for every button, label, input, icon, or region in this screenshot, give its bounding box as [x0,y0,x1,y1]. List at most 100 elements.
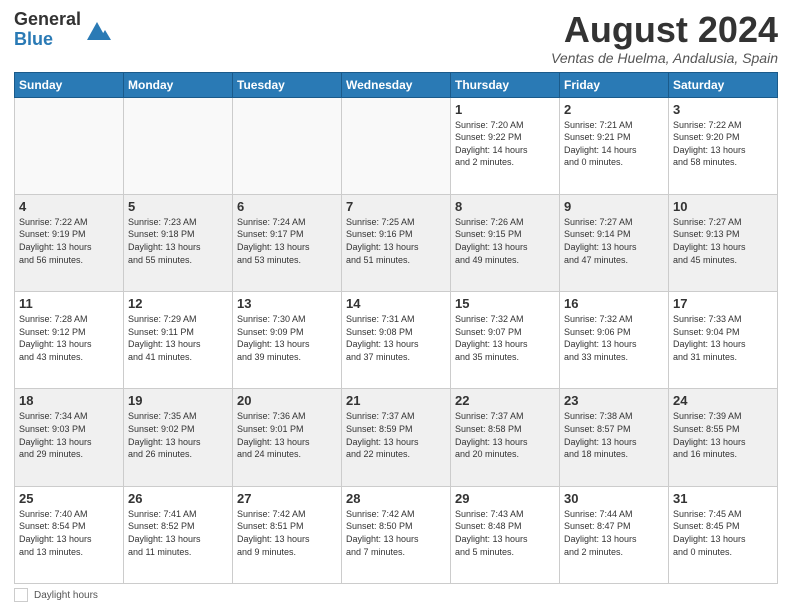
table-row: 24 Sunrise: 7:39 AM Sunset: 8:55 PM Dayli… [669,389,778,486]
day-number: 23 [564,393,664,408]
table-row: 6 Sunrise: 7:24 AM Sunset: 9:17 PM Daylig… [233,194,342,291]
table-row: 1 Sunrise: 7:20 AM Sunset: 9:22 PM Daylig… [451,97,560,194]
calendar-week-row: 4Sunrise: 7:22 AM Sunset: 9:19 PM Daylig… [15,194,778,291]
day-info: Sunrise: 7:43 AM Sunset: 8:48 PM Dayligh… [455,508,555,558]
day-number: 1 [455,102,555,117]
table-row: 5 Sunrise: 7:23 AM Sunset: 9:18 PM Daylig… [124,194,233,291]
day-number: 15 [455,296,555,311]
table-row: 16 Sunrise: 7:32 AM Sunset: 9:06 PM Dayli… [560,292,669,389]
day-info: Sunrise: 7:38 AM Sunset: 8:57 PM Dayligh… [564,410,664,460]
day-info: Sunrise: 7:35 AM Sunset: 9:02 PM Dayligh… [128,410,228,460]
logo-general: General [14,10,81,30]
day-number: 6 [237,199,337,214]
day-info: Sunrise: 7:30 AM Sunset: 9:09 PM Dayligh… [237,313,337,363]
table-row: 30Sunrise: 7:44 AM Sunset: 8:47 PM Dayli… [560,486,669,583]
day-number: 25 [19,491,119,506]
table-row: 18 Sunrise: 7:34 AM Sunset: 9:03 PM Dayli… [15,389,124,486]
table-row [15,97,124,194]
day-number: 27 [237,491,337,506]
day-number: 29 [455,491,555,506]
table-row [124,97,233,194]
header: General Blue August 2024 Ventas de Huelm… [14,10,778,66]
table-row: 25 Sunrise: 7:40 AM Sunset: 8:54 PM Dayli… [15,486,124,583]
table-row: 8 Sunrise: 7:26 AM Sunset: 9:15 PM Daylig… [451,194,560,291]
day-info: Sunrise: 7:32 AM Sunset: 9:07 PM Dayligh… [455,313,555,363]
day-number: 8 [455,199,555,214]
day-number: 12 [128,296,228,311]
table-row: 20 Sunrise: 7:36 AM Sunset: 9:01 PM Dayli… [233,389,342,486]
day-info: Sunrise: 7:20 AM Sunset: 9:22 PM Dayligh… [455,119,555,169]
day-info: Sunrise: 7:29 AM Sunset: 9:11 PM Dayligh… [128,313,228,363]
footer: Daylight hours [14,588,778,602]
day-number: 5 [128,199,228,214]
day-info: Sunrise: 7:26 AM Sunset: 9:15 PM Dayligh… [455,216,555,266]
table-row: 22Sunrise: 7:37 AM Sunset: 8:58 PM Dayli… [451,389,560,486]
table-row: 26 Sunrise: 7:41 AM Sunset: 8:52 PM Dayli… [124,486,233,583]
table-row: 29 Sunrise: 7:43 AM Sunset: 8:48 PM Dayli… [451,486,560,583]
day-number: 10 [673,199,773,214]
day-info: Sunrise: 7:42 AM Sunset: 8:50 PM Dayligh… [346,508,446,558]
table-row: 15 Sunrise: 7:32 AM Sunset: 9:07 PM Dayli… [451,292,560,389]
logo-icon [83,16,111,44]
day-number: 30 [564,491,664,506]
day-info: Sunrise: 7:27 AM Sunset: 9:14 PM Dayligh… [564,216,664,266]
day-info: Sunrise: 7:25 AM Sunset: 9:16 PM Dayligh… [346,216,446,266]
day-info: Sunrise: 7:36 AM Sunset: 9:01 PM Dayligh… [237,410,337,460]
calendar-week-row: 18 Sunrise: 7:34 AM Sunset: 9:03 PM Dayli… [15,389,778,486]
col-sunday: Sunday [15,72,124,97]
table-row: 10 Sunrise: 7:27 AM Sunset: 9:13 PM Dayli… [669,194,778,291]
table-row: 7 Sunrise: 7:25 AM Sunset: 9:16 PM Daylig… [342,194,451,291]
day-number: 21 [346,393,446,408]
day-number: 17 [673,296,773,311]
day-number: 2 [564,102,664,117]
col-monday: Monday [124,72,233,97]
day-number: 24 [673,393,773,408]
table-row: 23 Sunrise: 7:38 AM Sunset: 8:57 PM Dayli… [560,389,669,486]
table-row: 11 Sunrise: 7:28 AM Sunset: 9:12 PM Dayli… [15,292,124,389]
day-info: Sunrise: 7:21 AM Sunset: 9:21 PM Dayligh… [564,119,664,169]
calendar-header-row: Sunday Monday Tuesday Wednesday Thursday… [15,72,778,97]
day-info: Sunrise: 7:24 AM Sunset: 9:17 PM Dayligh… [237,216,337,266]
footer-box [14,588,28,602]
day-info: Sunrise: 7:28 AM Sunset: 9:12 PM Dayligh… [19,313,119,363]
day-info: Sunrise: 7:23 AM Sunset: 9:18 PM Dayligh… [128,216,228,266]
day-number: 3 [673,102,773,117]
title-block: August 2024 Ventas de Huelma, Andalusia,… [551,10,778,66]
day-info: Sunrise: 7:39 AM Sunset: 8:55 PM Dayligh… [673,410,773,460]
day-info: Sunrise: 7:40 AM Sunset: 8:54 PM Dayligh… [19,508,119,558]
table-row: 17 Sunrise: 7:33 AM Sunset: 9:04 PM Dayli… [669,292,778,389]
table-row: 3Sunrise: 7:22 AM Sunset: 9:20 PM Daylig… [669,97,778,194]
main-title: August 2024 [551,10,778,50]
table-row: 21 Sunrise: 7:37 AM Sunset: 8:59 PM Dayli… [342,389,451,486]
day-number: 18 [19,393,119,408]
day-number: 7 [346,199,446,214]
day-info: Sunrise: 7:37 AM Sunset: 8:59 PM Dayligh… [346,410,446,460]
col-saturday: Saturday [669,72,778,97]
day-number: 19 [128,393,228,408]
table-row [233,97,342,194]
footer-label: Daylight hours [34,590,98,601]
day-info: Sunrise: 7:34 AM Sunset: 9:03 PM Dayligh… [19,410,119,460]
table-row: 27 Sunrise: 7:42 AM Sunset: 8:51 PM Dayli… [233,486,342,583]
day-number: 16 [564,296,664,311]
day-number: 28 [346,491,446,506]
day-info: Sunrise: 7:33 AM Sunset: 9:04 PM Dayligh… [673,313,773,363]
day-number: 14 [346,296,446,311]
day-number: 4 [19,199,119,214]
col-friday: Friday [560,72,669,97]
day-info: Sunrise: 7:27 AM Sunset: 9:13 PM Dayligh… [673,216,773,266]
day-info: Sunrise: 7:45 AM Sunset: 8:45 PM Dayligh… [673,508,773,558]
day-number: 31 [673,491,773,506]
table-row: 9Sunrise: 7:27 AM Sunset: 9:14 PM Daylig… [560,194,669,291]
day-number: 11 [19,296,119,311]
day-info: Sunrise: 7:42 AM Sunset: 8:51 PM Dayligh… [237,508,337,558]
day-info: Sunrise: 7:32 AM Sunset: 9:06 PM Dayligh… [564,313,664,363]
table-row: 31 Sunrise: 7:45 AM Sunset: 8:45 PM Dayli… [669,486,778,583]
table-row: 4Sunrise: 7:22 AM Sunset: 9:19 PM Daylig… [15,194,124,291]
logo: General Blue [14,10,111,50]
day-info: Sunrise: 7:41 AM Sunset: 8:52 PM Dayligh… [128,508,228,558]
table-row [342,97,451,194]
day-number: 26 [128,491,228,506]
col-thursday: Thursday [451,72,560,97]
day-number: 20 [237,393,337,408]
